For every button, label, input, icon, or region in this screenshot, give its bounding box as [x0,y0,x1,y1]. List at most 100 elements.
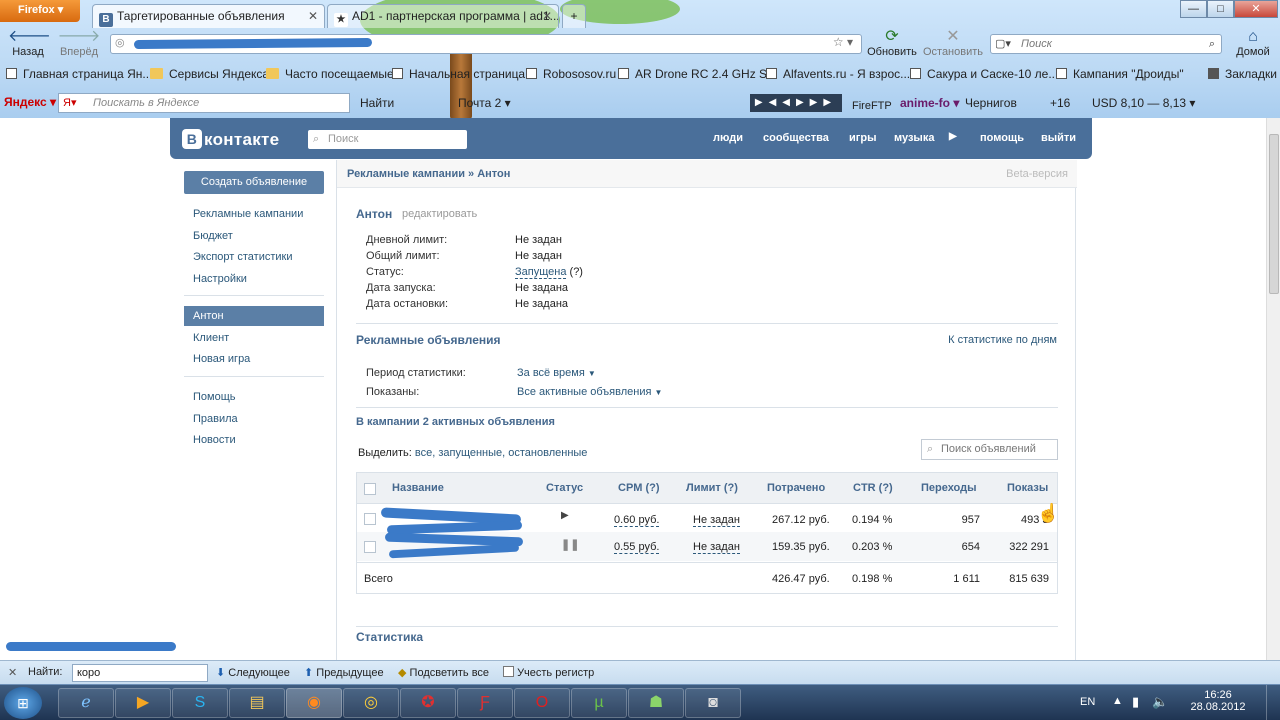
edit-campaign-link[interactable]: редактировать [402,208,477,220]
bookmark-item[interactable]: Главная страница Ян... [6,67,152,81]
yandex-logo[interactable]: Яндекс ▾ [4,95,56,109]
vk-logo[interactable]: Вконтакте [182,129,279,150]
ads-search-input[interactable]: ⌕ Поиск объявлений [921,439,1058,460]
bookmark-item[interactable]: Robososov.ru [526,67,616,81]
firefox-menu-button[interactable]: Firefox ▾ [0,0,80,22]
close-window-button[interactable]: ✕ [1234,0,1278,18]
minimize-button[interactable]: — [1180,0,1207,18]
browser-search-input[interactable]: ▢▾ Поиск ⌕ [990,34,1222,54]
app-taskbar-icon[interactable]: ☗ [628,688,684,718]
weather-city[interactable]: Чернигов [965,96,1017,110]
sidebar-item-export[interactable]: Экспорт статистики [193,251,293,263]
col-spent[interactable]: Потрачено [767,482,825,494]
nav-help[interactable]: помощь [980,132,1024,144]
skype-taskbar-icon[interactable]: S [172,688,228,718]
music-play-icon[interactable]: ▶ [949,131,957,142]
utorrent-taskbar-icon[interactable]: µ [571,688,627,718]
bookmark-item[interactable]: Кампания "Дроиды" [1056,67,1184,81]
search-icon[interactable]: ⌕ [1209,35,1215,53]
new-tab-button[interactable]: + [562,4,586,28]
bookmark-item[interactable]: Сервисы Яндекса [150,67,269,81]
col-cpm[interactable]: CPM (?) [618,482,660,494]
bookmarks-menu[interactable]: Закладки [1208,67,1277,81]
sidebar-item-anton[interactable]: Антон [184,306,324,326]
maximize-button[interactable]: □ [1207,0,1234,18]
limit-value[interactable]: Не задан [693,514,740,527]
close-tab-icon[interactable]: ✕ [542,5,552,27]
yandex-search-input[interactable]: Я▾ Поискать в Яндексе [58,93,350,113]
clock[interactable]: 16:26 28.08.2012 [1178,689,1258,713]
opera-taskbar-icon[interactable]: O [514,688,570,718]
col-clicks[interactable]: Переходы [921,482,977,494]
status-toggle[interactable]: Запущена [515,266,567,279]
start-button[interactable]: ⊞ [4,687,42,719]
filezilla-taskbar-icon[interactable]: Ƒ [457,688,513,718]
forward-button[interactable]: 🡒 Вперёд [56,28,102,58]
bookmark-item[interactable]: Alfavents.ru - Я взрос... [766,67,910,81]
language-indicator[interactable]: EN [1080,696,1095,708]
close-find-icon[interactable]: ✕ [8,666,17,679]
explorer-taskbar-icon[interactable]: ▤ [229,688,285,718]
match-case-checkbox[interactable]: Учесть регистр [503,666,594,679]
scrollbar-thumb[interactable] [1269,134,1279,294]
tab-ad1[interactable]: ★ AD1 - партнерская программа | ad1... ✕ [327,4,559,28]
row-checkbox[interactable] [364,513,376,525]
find-prev-button[interactable]: ⬆ Предыдущее [304,666,384,679]
anime-button[interactable]: anime-fo ▾ [900,96,959,110]
fireftp-button[interactable]: FireFTP [852,100,892,112]
bookmark-item[interactable]: Сакура и Саске-10 ле... [910,67,1058,81]
sidebar-item-campaigns[interactable]: Рекламные кампании [193,208,303,220]
daily-stats-link[interactable]: К статистике по дням [948,334,1057,346]
vk-search-input[interactable]: ⌕ Поиск [308,130,467,149]
sidebar-item-rules[interactable]: Правила [193,413,238,425]
back-button[interactable]: 🡐 Назад [8,28,51,58]
mail-button[interactable]: Почта 2 ▾ [458,96,511,110]
cpm-value[interactable]: 0.60 руб. [614,514,660,527]
period-select[interactable]: За всё время ▼ [517,367,596,379]
sidebar-item-news[interactable]: Новости [193,434,236,446]
sidebar-item-help[interactable]: Помощь [193,391,236,403]
firefox-taskbar-icon[interactable]: ◉ [286,688,342,718]
ie-taskbar-icon[interactable]: ℯ [58,688,114,718]
limit-value[interactable]: Не задан [693,541,740,554]
currency-widget[interactable]: USD 8,10 — 8,13 ▾ [1092,96,1195,110]
find-next-button[interactable]: ⬇ Следующее [216,666,290,679]
show-desktop-button[interactable] [1266,685,1280,720]
nav-people[interactable]: люди [713,132,743,144]
sidebar-item-client[interactable]: Клиент [193,332,229,344]
yandex-find-button[interactable]: Найти [360,96,394,110]
tray-show-hidden-icon[interactable]: ▲ [1112,695,1123,707]
home-button[interactable]: ⌂ Домой [1230,28,1276,58]
highlight-all-button[interactable]: ◆ Подсветить все [398,666,489,679]
create-ad-button[interactable]: Создать объявление [184,171,324,194]
game-taskbar-icon[interactable]: ✪ [400,688,456,718]
shown-select[interactable]: Все активные объявления ▼ [517,386,662,398]
media-controls[interactable]: ▶◀◀▶▶▶ [750,94,842,112]
media-player-taskbar-icon[interactable]: ▶ [115,688,171,718]
network-icon[interactable]: ▮ [1132,694,1139,710]
bookmark-item[interactable]: AR Drone RC 2.4 GHz S... [618,67,777,81]
close-tab-icon[interactable]: ✕ [308,5,318,27]
select-all-checkbox[interactable] [364,483,376,495]
col-limit[interactable]: Лимит (?) [686,482,738,494]
sidebar-item-settings[interactable]: Настройки [193,273,247,285]
cpm-value[interactable]: 0.55 руб. [614,541,660,554]
find-input[interactable]: коро [72,664,208,682]
breadcrumb[interactable]: Рекламные кампании » Антон [347,168,510,180]
volume-icon[interactable]: 🔈 [1152,694,1168,710]
chrome-taskbar-icon[interactable]: ◎ [343,688,399,718]
tab-targeted-ads[interactable]: B Таргетированные объявления ✕ [92,4,325,28]
reload-button[interactable]: ⟳ Обновить [864,28,920,58]
nav-music[interactable]: музыка [894,132,934,144]
sidebar-item-budget[interactable]: Бюджет [193,230,233,242]
nav-communities[interactable]: сообщества [763,132,829,144]
nav-games[interactable]: игры [849,132,876,144]
bookmark-item[interactable]: Часто посещаемые [266,67,394,81]
nav-logout[interactable]: выйти [1041,132,1076,144]
stop-button[interactable]: ✕ Остановить [920,28,986,58]
select-options[interactable]: все, запущенные, остановленные [415,447,588,459]
play-icon[interactable]: ▶ [561,510,569,521]
page-scrollbar[interactable] [1266,118,1280,660]
col-name[interactable]: Название [392,482,444,494]
status-help[interactable]: (?) [570,266,583,278]
